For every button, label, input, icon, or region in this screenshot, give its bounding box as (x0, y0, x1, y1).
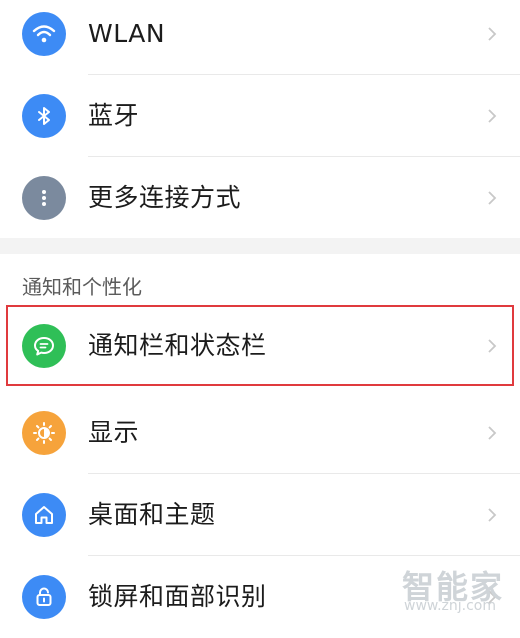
settings-item-label: 桌面和主题 (88, 500, 216, 529)
settings-item-bluetooth[interactable]: 蓝牙 (0, 75, 520, 157)
more-dots-icon (22, 176, 66, 220)
settings-item-desktop-theme[interactable]: 桌面和主题 (0, 474, 520, 556)
chevron-right-icon (488, 426, 497, 440)
settings-item-label: 显示 (88, 418, 140, 447)
section-gap (0, 238, 520, 254)
wifi-icon (22, 12, 66, 56)
settings-item-label: 锁屏和面部识别 (88, 582, 267, 611)
home-icon (22, 493, 66, 537)
chevron-right-icon (488, 339, 497, 353)
settings-item-label: 更多连接方式 (88, 183, 242, 212)
section-header: 通知和个性化 (22, 275, 142, 299)
settings-item-label: WLAN (88, 19, 166, 48)
settings-item-label: 通知栏和状态栏 (88, 331, 267, 360)
chevron-right-icon (488, 109, 497, 123)
chevron-right-icon (488, 27, 497, 41)
chevron-right-icon (488, 508, 497, 522)
brightness-icon (22, 411, 66, 455)
lock-icon (22, 575, 66, 619)
chevron-right-icon (488, 191, 497, 205)
settings-item-notification-statusbar[interactable]: 通知栏和状态栏 (0, 305, 520, 387)
chevron-right-icon (488, 590, 497, 604)
settings-item-lockscreen-face[interactable]: 锁屏和面部识别 (0, 556, 520, 638)
bluetooth-icon (22, 94, 66, 138)
notification-bubble-icon (22, 324, 66, 368)
settings-item-display[interactable]: 显示 (0, 392, 520, 474)
settings-item-more-connections[interactable]: 更多连接方式 (0, 157, 520, 239)
settings-item-wlan[interactable]: WLAN (0, 0, 520, 75)
settings-item-label: 蓝牙 (88, 101, 140, 130)
